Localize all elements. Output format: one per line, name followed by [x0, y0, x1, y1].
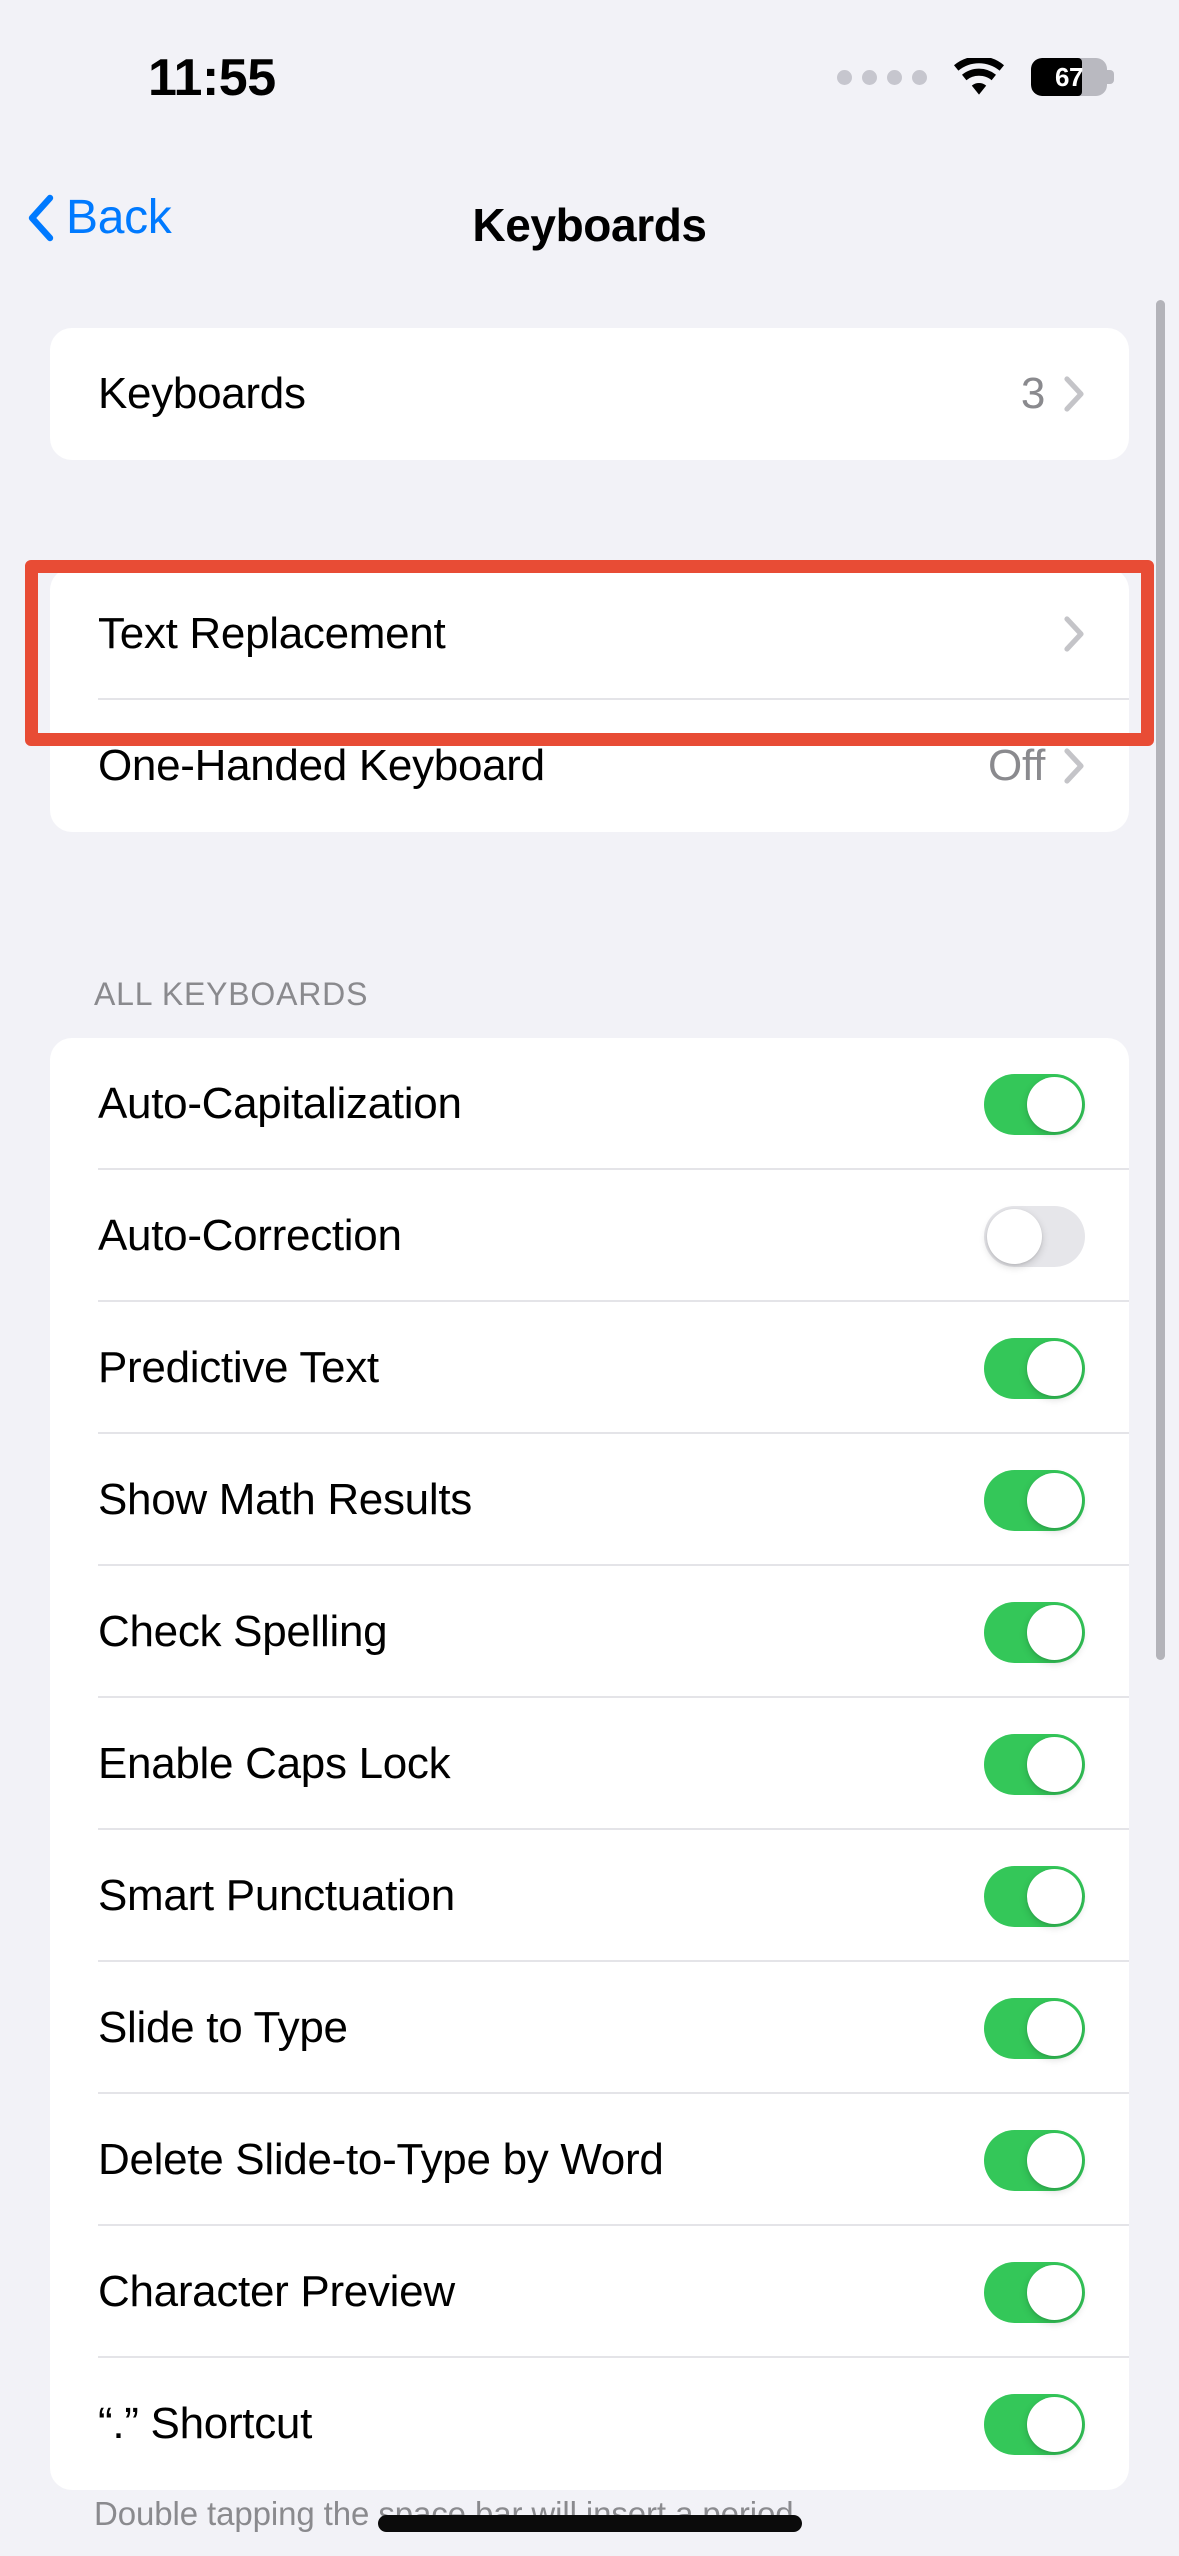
battery-percent-label: 67 — [1055, 61, 1083, 92]
settings-scroll-view[interactable]: Keyboards 3 Text Replacement One-Handed … — [0, 288, 1179, 2556]
row-slide-to-type[interactable]: Slide to Type — [50, 1962, 1129, 2094]
toggle-check-spelling[interactable] — [984, 1601, 1085, 1663]
chevron-right-icon — [1064, 616, 1084, 652]
row-label: Delete Slide-to-Type by Word — [98, 2135, 664, 2184]
toggle-smart-punctuation[interactable] — [984, 1865, 1085, 1927]
keyboards-section-card: Keyboards 3 — [50, 328, 1129, 460]
toggle-auto-correction[interactable] — [984, 1205, 1085, 1267]
row-value: Off — [988, 741, 1045, 790]
toggle-period-shortcut[interactable] — [984, 2393, 1085, 2455]
row-one-handed-keyboard[interactable]: One-Handed Keyboard Off — [50, 700, 1129, 832]
status-bar-indicators: 67 — [837, 58, 1114, 96]
row-auto-capitalization[interactable]: Auto-Capitalization — [50, 1038, 1129, 1170]
toggle-slide-to-type[interactable] — [984, 1997, 1085, 2059]
status-bar: 11:55 67 — [0, 0, 1179, 140]
row-label: Auto-Correction — [98, 1211, 402, 1260]
row-label: Character Preview — [98, 2267, 455, 2316]
toggle-show-math-results[interactable] — [984, 1469, 1085, 1531]
toggle-predictive-text[interactable] — [984, 1337, 1085, 1399]
toggle-character-preview[interactable] — [984, 2261, 1085, 2323]
home-indicator[interactable] — [377, 2515, 802, 2532]
row-auto-correction[interactable]: Auto-Correction — [50, 1170, 1129, 1302]
row-check-spelling[interactable]: Check Spelling — [50, 1566, 1129, 1698]
row-label: Slide to Type — [98, 2003, 348, 2052]
iphone-settings-screen: 11:55 67 Back Keyboards Keyboards 3 Text… — [0, 0, 1179, 2556]
row-label: One-Handed Keyboard — [98, 741, 545, 790]
row-value: 3 — [1020, 369, 1045, 418]
navigation-bar: Back Keyboards — [0, 168, 1179, 288]
cellular-dots-icon — [837, 69, 927, 85]
page-title: Keyboards — [472, 199, 707, 251]
row-label: Text Replacement — [98, 609, 446, 658]
toggle-enable-caps-lock[interactable] — [984, 1733, 1085, 1795]
wifi-icon — [954, 58, 1004, 95]
row-predictive-text[interactable]: Predictive Text — [50, 1302, 1129, 1434]
row-smart-punctuation[interactable]: Smart Punctuation — [50, 1830, 1129, 1962]
toggle-delete-slide-to-type-by-word[interactable] — [984, 2129, 1085, 2191]
chevron-right-icon — [1064, 376, 1084, 412]
row-label: Show Math Results — [98, 1475, 472, 1524]
toggle-auto-capitalization[interactable] — [984, 1073, 1085, 1135]
row-enable-caps-lock[interactable]: Enable Caps Lock — [50, 1698, 1129, 1830]
row-label: Auto-Capitalization — [98, 1079, 462, 1128]
row-label: Enable Caps Lock — [98, 1739, 451, 1788]
row-label: Check Spelling — [98, 1607, 388, 1656]
all-keyboards-header: ALL KEYBOARDS — [94, 976, 369, 1012]
chevron-right-icon — [1064, 748, 1084, 784]
status-bar-time: 11:55 — [148, 49, 276, 107]
row-keyboards[interactable]: Keyboards 3 — [50, 328, 1129, 460]
all-keyboards-section-card: Auto-Capitalization Auto-Correction Pred… — [50, 1038, 1129, 2490]
scrollbar-indicator[interactable] — [1156, 300, 1165, 1660]
row-text-replacement[interactable]: Text Replacement — [50, 568, 1129, 700]
row-show-math-results[interactable]: Show Math Results — [50, 1434, 1129, 1566]
row-period-shortcut[interactable]: “.” Shortcut — [50, 2358, 1129, 2490]
row-label: Smart Punctuation — [98, 1871, 455, 1920]
row-label: “.” Shortcut — [98, 2399, 313, 2448]
text-options-section-card: Text Replacement One-Handed Keyboard Off — [50, 568, 1129, 832]
row-character-preview[interactable]: Character Preview — [50, 2226, 1129, 2358]
row-label: Keyboards — [98, 369, 306, 418]
row-label: Predictive Text — [98, 1343, 379, 1392]
row-delete-slide-to-type-by-word[interactable]: Delete Slide-to-Type by Word — [50, 2094, 1129, 2226]
battery-icon: 67 — [1031, 58, 1114, 96]
